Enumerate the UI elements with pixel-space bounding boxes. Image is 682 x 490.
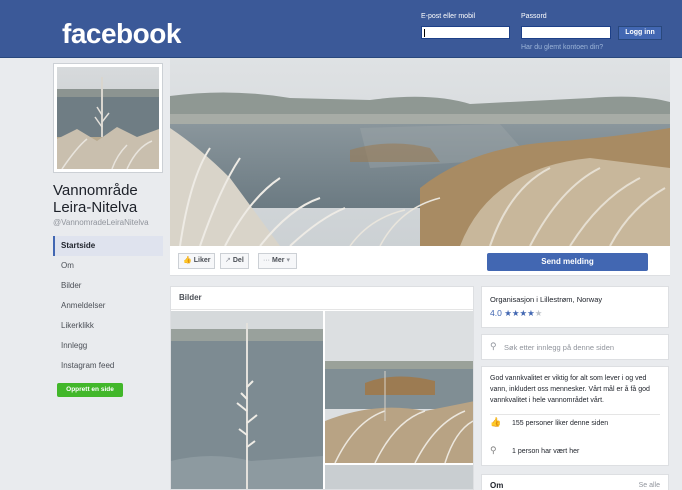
photo-thumbnail-1[interactable]	[171, 311, 323, 489]
text-caret	[424, 29, 425, 37]
page-title: Vannområde Leira-Nitelva	[53, 182, 138, 216]
password-label: Passord	[521, 13, 547, 20]
more-button[interactable]: ··· Mer ▾	[258, 253, 297, 269]
photo-thumbnail-3[interactable]	[325, 465, 473, 489]
create-page-button[interactable]: Opprett en side	[57, 383, 123, 397]
nav-item-anmeldelser[interactable]: Anmeldelser	[53, 296, 163, 316]
page-handle[interactable]: @VannomradeLeiraNitelva	[53, 218, 149, 227]
cover-photo-image	[170, 58, 670, 246]
page-action-bar: 👍 Liker ↗ Del ··· Mer ▾ Send melding	[170, 246, 670, 276]
photos-card: Bilder	[170, 286, 474, 490]
nav-item-startside[interactable]: Startside	[53, 236, 163, 256]
send-message-button[interactable]: Send melding	[487, 253, 648, 271]
share-arrow-icon: ↗	[225, 257, 231, 264]
login-button[interactable]: Logg inn	[618, 26, 662, 40]
like-label: Liker	[193, 257, 211, 264]
nav-item-likerklikk[interactable]: Likerklikk	[53, 316, 163, 336]
page-title-line2: Leira-Nitelva	[53, 199, 138, 216]
checkins-text: 1 person har vært her	[512, 448, 580, 455]
more-label: Mer	[272, 257, 285, 264]
page-rating[interactable]: 4.0 ★★★★★	[490, 308, 542, 319]
facebook-logo[interactable]: facebook	[62, 18, 181, 50]
photos-title[interactable]: Bilder	[179, 293, 202, 302]
rating-stars-icon: ★★★★★	[504, 308, 543, 318]
see-all-link[interactable]: Se alle	[639, 482, 660, 489]
search-placeholder: Søk etter innlegg på denne siden	[504, 343, 615, 352]
rating-value: 4.0	[490, 308, 502, 318]
nav-item-innlegg[interactable]: Innlegg	[53, 336, 163, 356]
photo-image	[171, 311, 323, 489]
email-label: E-post eller mobil	[421, 13, 476, 20]
about-description: God vannkvalitet er viktig for alt som l…	[490, 375, 650, 404]
om-card: Om Se alle	[481, 474, 669, 490]
page-info-card: Organisasjon i Lillestrøm, Norway 4.0 ★★…	[481, 286, 669, 328]
like-page-button[interactable]: 👍 Liker	[178, 253, 216, 269]
nav-item-bilder[interactable]: Bilder	[53, 276, 163, 296]
page-title-line1: Vannområde	[53, 182, 138, 199]
search-icon: ⚲	[490, 341, 497, 351]
post-search-box[interactable]: ⚲ Søk etter innlegg på denne siden	[481, 334, 669, 360]
likes-text: 155 personer liker denne siden	[512, 420, 609, 427]
likes-count[interactable]: 👍 155 personer liker denne siden	[490, 417, 608, 428]
more-dots-icon: ···	[263, 257, 270, 264]
profile-picture[interactable]	[53, 63, 163, 173]
about-card: God vannkvalitet er viktig for alt som l…	[481, 366, 669, 466]
chevron-down-icon: ▾	[286, 257, 290, 264]
forgot-account-link[interactable]: Har du glemt kontoen din?	[521, 44, 603, 51]
photo-thumbnail-2[interactable]	[325, 311, 473, 463]
profile-photo-image	[57, 67, 159, 170]
share-label: Del	[232, 257, 244, 264]
divider	[490, 414, 660, 415]
thumbs-up-icon: 👍	[490, 417, 502, 427]
page-category[interactable]: Organisasjon i Lillestrøm, Norway	[490, 295, 602, 304]
divider	[171, 309, 473, 310]
thumbs-up-icon: 👍	[183, 257, 192, 264]
checkins-count[interactable]: ⚲ 1 person har vært her	[490, 445, 579, 456]
nav-item-om[interactable]: Om	[53, 256, 163, 276]
share-button[interactable]: ↗ Del	[220, 253, 249, 269]
nav-item-instagram-feed[interactable]: Instagram feed	[53, 356, 163, 376]
page-nav: Startside Om Bilder Anmeldelser Likerkli…	[53, 236, 163, 376]
top-bar: facebook E-post eller mobil Passord Logg…	[0, 0, 682, 58]
location-pin-icon: ⚲	[490, 445, 497, 455]
email-field[interactable]	[421, 26, 510, 39]
cover-photo[interactable]	[170, 58, 670, 246]
om-title: Om	[490, 481, 504, 490]
password-field[interactable]	[521, 26, 611, 39]
photo-image	[325, 311, 473, 463]
